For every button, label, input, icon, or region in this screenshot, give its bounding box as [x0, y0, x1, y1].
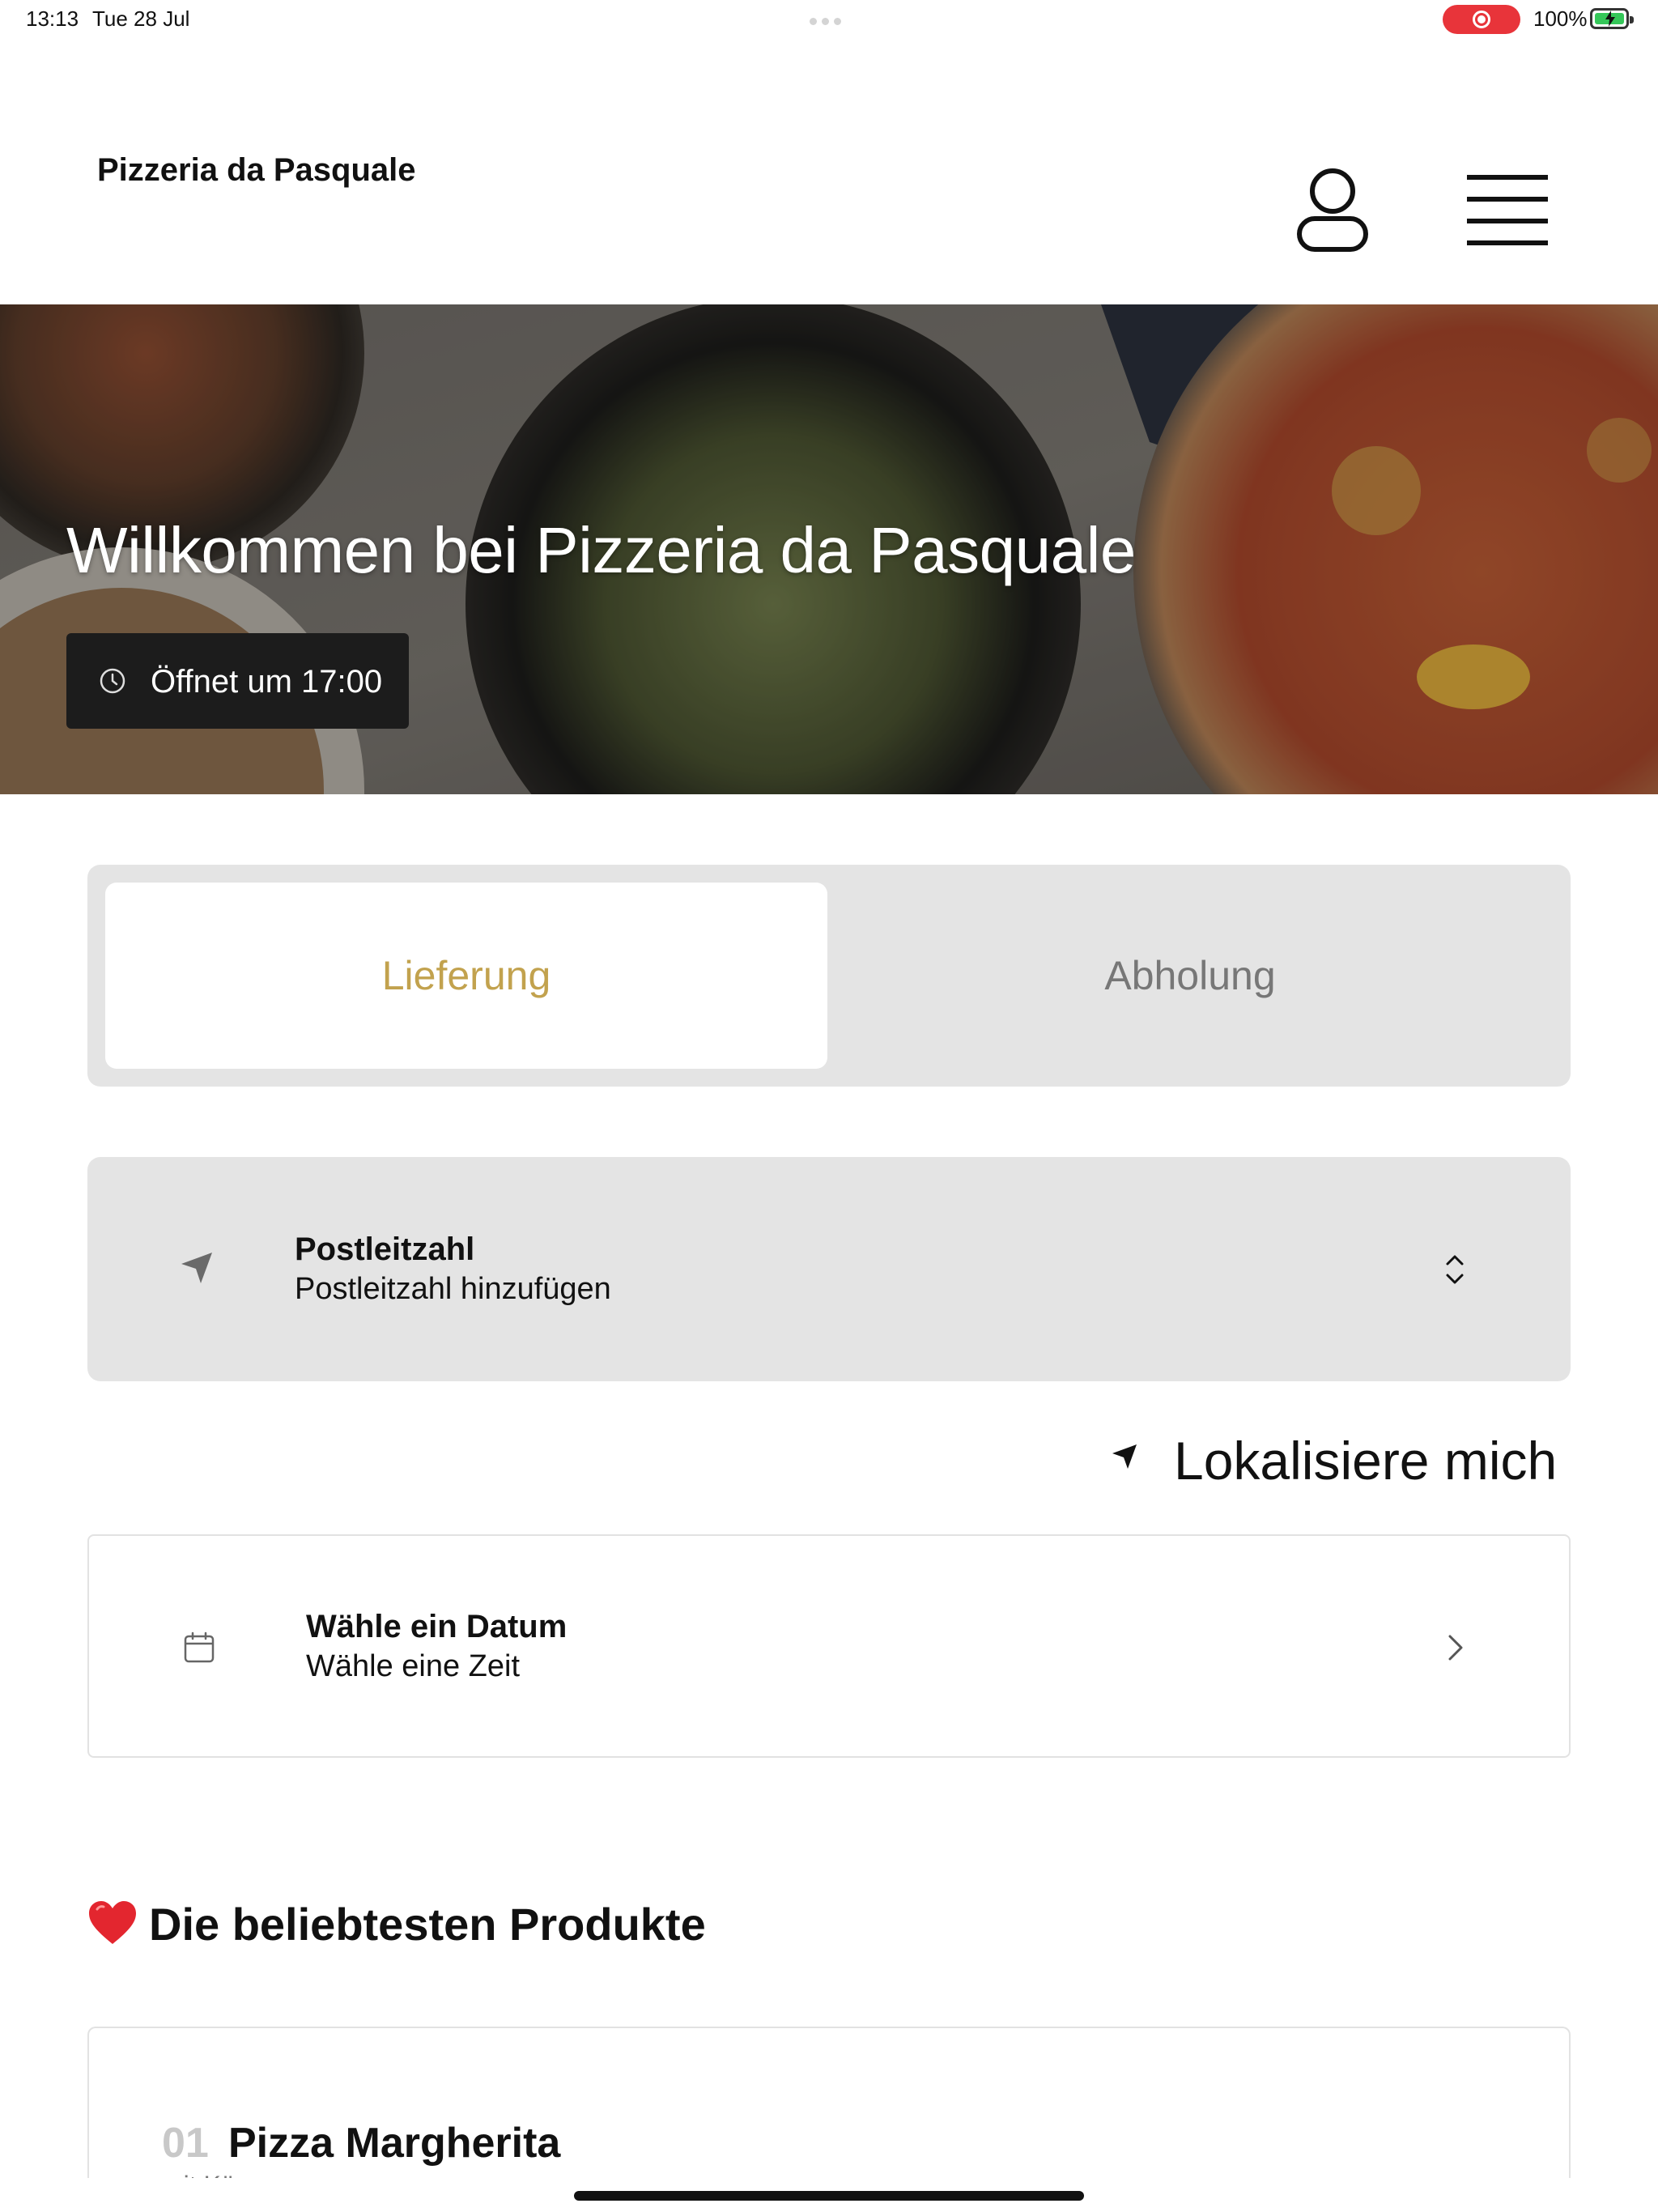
- heart-icon: [89, 1901, 136, 1944]
- order-mode-toggle: Lieferung Abholung: [87, 865, 1571, 1087]
- locate-me-button[interactable]: Lokalisiere mich: [1111, 1430, 1572, 1491]
- status-time: 13:13: [26, 6, 79, 31]
- brand-name[interactable]: Pizzeria da Pasquale: [97, 152, 416, 189]
- hero-title: Willkommen bei Pizzeria da Pasquale: [66, 514, 1136, 586]
- battery-percentage: 100%: [1533, 6, 1588, 31]
- clock-icon: [100, 668, 125, 694]
- hamburger-menu-icon[interactable]: [1467, 175, 1548, 246]
- screen-recording-icon[interactable]: [1443, 5, 1520, 34]
- postcode-selector[interactable]: Postleitzahl Postleitzahl hinzufügen: [87, 1157, 1571, 1381]
- hero-banner: Willkommen bei Pizzeria da Pasquale Öffn…: [0, 304, 1658, 794]
- site-header: Pizzeria da Pasquale: [0, 39, 1658, 304]
- calendar-icon: [184, 1631, 215, 1663]
- postcode-placeholder: Postleitzahl hinzufügen: [295, 1272, 611, 1306]
- tab-lieferung[interactable]: Lieferung: [105, 883, 827, 1069]
- battery-icon: [1590, 8, 1634, 29]
- chevron-right-icon: [1448, 1635, 1463, 1661]
- tab-abholung[interactable]: Abholung: [827, 883, 1553, 1069]
- multitasking-dots-icon[interactable]: [810, 15, 848, 25]
- status-date: Tue 28 Jul: [92, 6, 190, 31]
- date-label: Wähle ein Datum: [306, 1609, 568, 1644]
- status-bar: 13:13 Tue 28 Jul 100%: [0, 0, 1658, 39]
- product-rank: 01: [162, 2120, 209, 2167]
- chevron-up-down-icon: [1446, 1255, 1464, 1284]
- time-label: Wähle eine Zeit: [306, 1649, 521, 1683]
- opening-hours-badge: Öffnet um 17:00: [66, 633, 409, 729]
- person-icon[interactable]: [1295, 167, 1370, 254]
- home-indicator[interactable]: [574, 2191, 1084, 2201]
- postcode-label: Postleitzahl: [295, 1231, 475, 1267]
- locate-me-label: Lokalisiere mich: [1174, 1431, 1558, 1491]
- product-name: Pizza Margherita: [228, 2120, 561, 2167]
- popular-products-title: Die beliebtesten Produkte: [149, 1899, 706, 1950]
- date-time-selector[interactable]: Wähle ein Datum Wähle eine Zeit: [87, 1534, 1571, 1758]
- location-arrow-icon: [181, 1253, 212, 1283]
- opening-hours-text: Öffnet um 17:00: [151, 664, 383, 700]
- location-arrow-icon: [1112, 1444, 1137, 1469]
- popular-products-heading: Die beliebtesten Produkte: [87, 1898, 706, 1950]
